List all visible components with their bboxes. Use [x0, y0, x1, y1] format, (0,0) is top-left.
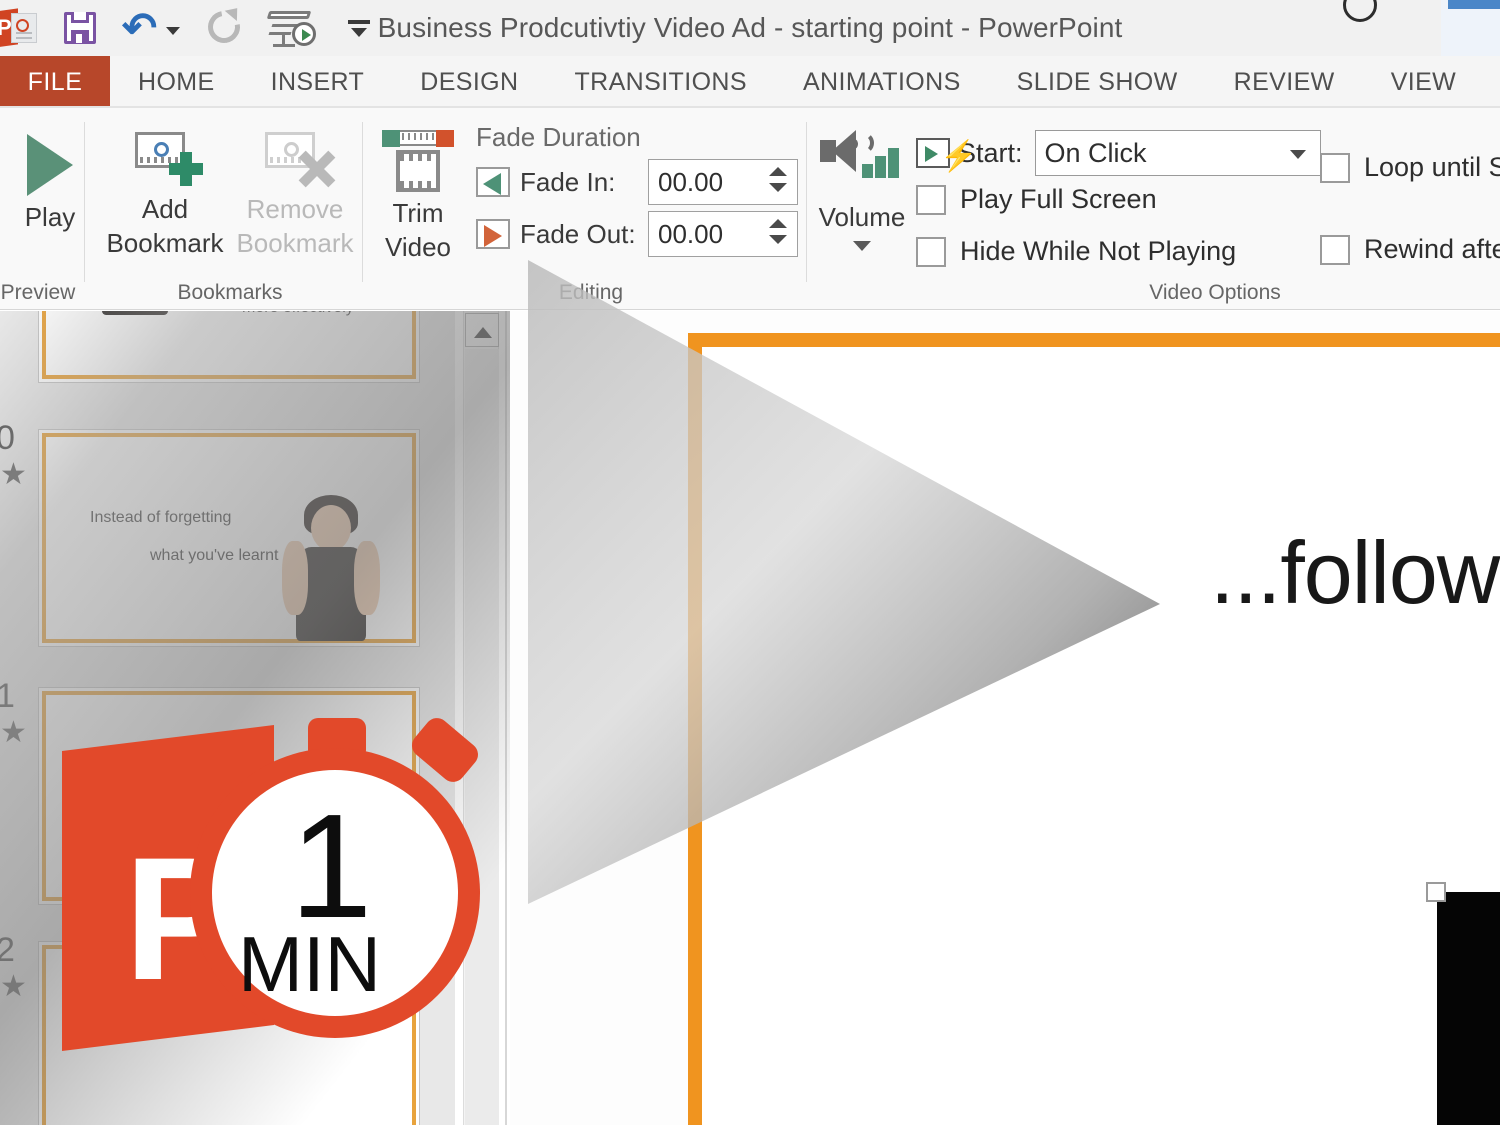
- chevron-down-icon[interactable]: [1289, 150, 1306, 159]
- tab-review[interactable]: REVIEW: [1206, 56, 1363, 108]
- ribbon-tabstrip: FILE HOME INSERT DESIGN TRANSITIONS ANIM…: [0, 56, 1500, 108]
- x-icon: [297, 150, 335, 188]
- tab-file[interactable]: FILE: [0, 56, 110, 108]
- slide-thumbnail-1[interactable]: more effectively: [38, 311, 420, 383]
- volume-button[interactable]: Volume: [812, 128, 912, 251]
- animation-star-icon: ★: [0, 970, 27, 1003]
- rewind-after-playing-label: Rewind afte: [1364, 234, 1500, 264]
- plus-icon: [169, 152, 203, 186]
- trim-video-icon: [382, 128, 454, 194]
- thumbnail-text: more effectively: [242, 311, 354, 317]
- fade-duration-title: Fade Duration: [476, 122, 641, 152]
- fade-out-value: 00.00: [658, 218, 724, 249]
- remove-bookmark-button: Remove Bookmark: [230, 126, 360, 260]
- fade-out-label: Fade Out:: [520, 218, 636, 249]
- group-label-preview: Preview: [0, 281, 76, 304]
- hide-while-not-playing-label: Hide While Not Playing: [960, 236, 1237, 266]
- fade-out-icon: [476, 219, 510, 249]
- ribbon-content: Play Preview Add Bookmark Remove Bookmar…: [0, 108, 1500, 310]
- add-bookmark-label-line2: Bookmark: [106, 228, 224, 258]
- tab-transitions[interactable]: TRANSITIONS: [546, 56, 774, 108]
- play-label: Play: [24, 202, 76, 232]
- fade-in-icon: [476, 167, 510, 197]
- fade-duration-area: Fade Duration Fade In: 00.00 Fade Out: 0…: [476, 122, 806, 263]
- chevron-down-icon[interactable]: [853, 241, 871, 251]
- group-label-bookmarks: Bookmarks: [177, 281, 283, 304]
- thumbnail-text: what you've learnt: [150, 547, 279, 564]
- thumbnail-person-image: [278, 495, 382, 641]
- scroll-up-icon[interactable]: [465, 313, 499, 347]
- fade-out-row: Fade Out: 00.00: [476, 211, 806, 257]
- badge-unit: MIN: [238, 920, 381, 1008]
- add-bookmark-label-line1: Add: [141, 194, 189, 224]
- remove-bookmark-label-line2: Bookmark: [236, 228, 354, 258]
- trim-video-button[interactable]: Trim Video: [372, 126, 464, 264]
- group-label-editing: Editing: [558, 281, 624, 304]
- trim-video-label-line1: Trim: [392, 198, 444, 228]
- loop-until-stopped-checkbox[interactable]: Loop until S: [1320, 152, 1500, 183]
- start-value: On Click: [1044, 137, 1147, 168]
- loop-until-stopped-label: Loop until S: [1364, 152, 1500, 182]
- group-separator: [362, 122, 363, 282]
- start-icon: ⚡: [916, 138, 977, 172]
- checkbox-icon[interactable]: [916, 236, 946, 267]
- checkbox-icon[interactable]: [1320, 234, 1350, 265]
- tab-home[interactable]: HOME: [110, 56, 243, 108]
- fade-out-spinner[interactable]: 00.00: [648, 211, 798, 257]
- badge-number: 1: [290, 784, 373, 949]
- fade-in-label: Fade In:: [520, 166, 616, 197]
- fade-in-value: 00.00: [658, 166, 724, 197]
- start-dropdown[interactable]: On Click: [1034, 130, 1321, 176]
- remove-bookmark-label-line1: Remove: [246, 194, 344, 224]
- tab-insert[interactable]: INSERT: [243, 56, 393, 108]
- slide-number: 2: [0, 931, 15, 969]
- thumbnail-person-image: [88, 311, 182, 315]
- rewind-after-playing-checkbox[interactable]: Rewind afte: [1320, 234, 1500, 265]
- hide-while-not-playing-checkbox[interactable]: Hide While Not Playing: [916, 236, 1236, 267]
- trim-video-label-line2: Video: [384, 232, 452, 262]
- add-bookmark-icon: [125, 130, 205, 188]
- remove-bookmark-icon: [255, 130, 335, 188]
- group-separator: [84, 122, 85, 282]
- selection-handle[interactable]: [1426, 882, 1446, 902]
- play-full-screen-checkbox[interactable]: Play Full Screen: [916, 184, 1157, 215]
- checkbox-icon[interactable]: [1320, 152, 1350, 183]
- tab-slide-show[interactable]: SLIDE SHOW: [989, 56, 1206, 108]
- fade-out-stepper[interactable]: [769, 219, 787, 251]
- one-minute-badge: P 1 MIN: [62, 710, 502, 1052]
- tab-view[interactable]: VIEW: [1363, 56, 1485, 108]
- volume-label: Volume: [818, 202, 906, 232]
- volume-icon: [816, 128, 908, 200]
- slide-number: 1: [0, 677, 15, 715]
- animation-star-icon: ★: [0, 716, 27, 749]
- thumbnail-text: Instead of forgetting: [90, 509, 232, 526]
- fade-in-stepper[interactable]: [769, 167, 787, 199]
- add-bookmark-button[interactable]: Add Bookmark: [100, 126, 230, 260]
- start-row: ⚡ Start: On Click: [916, 130, 1321, 176]
- slide-editing-stage[interactable]: ...follow Pro as: [510, 311, 1500, 1125]
- slide-heading-text[interactable]: ...follow Pro: [1210, 522, 1500, 624]
- tab-format[interactable]: FO: [1484, 56, 1500, 108]
- tab-design[interactable]: DESIGN: [392, 56, 546, 108]
- play-button[interactable]: Play: [6, 126, 94, 233]
- video-placeholder-object[interactable]: [1437, 892, 1500, 1125]
- title-bar: P ↶ Business Prodcutivtiy Video Ad - sta…: [0, 0, 1500, 56]
- play-triangle-icon: [27, 134, 73, 196]
- animation-star-icon: ★: [0, 458, 27, 491]
- checkbox-icon[interactable]: [916, 184, 946, 215]
- current-slide[interactable]: ...follow Pro as: [688, 333, 1500, 1125]
- fade-in-row: Fade In: 00.00: [476, 159, 806, 205]
- window-title: Business Prodcutivtiy Video Ad - startin…: [377, 12, 1123, 43]
- group-separator: [806, 122, 807, 282]
- slide-number: 0: [0, 419, 15, 457]
- slide-thumbnail-10[interactable]: Instead of forgetting what you've learnt: [38, 429, 420, 647]
- fade-in-spinner[interactable]: 00.00: [648, 159, 798, 205]
- panel-splitter[interactable]: [505, 311, 507, 1125]
- group-label-video-options: Video Options: [1149, 281, 1281, 304]
- play-full-screen-label: Play Full Screen: [960, 184, 1157, 214]
- tab-animations[interactable]: ANIMATIONS: [775, 56, 989, 108]
- ribbon-tabs: HOME INSERT DESIGN TRANSITIONS ANIMATION…: [110, 56, 1500, 108]
